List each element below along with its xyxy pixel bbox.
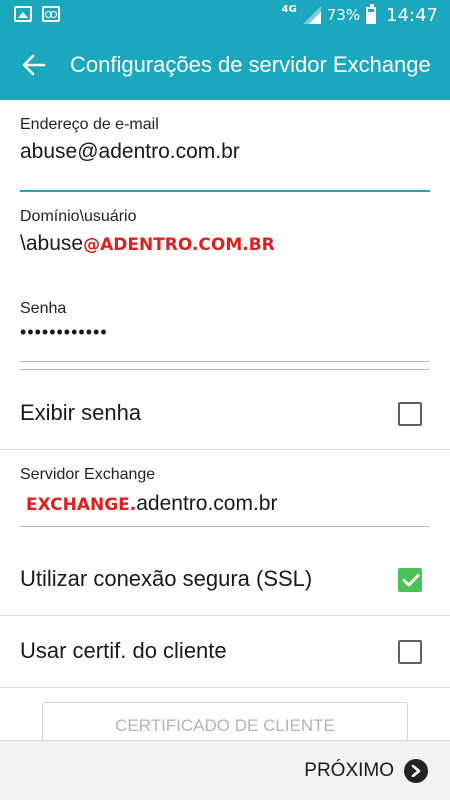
next-button[interactable]: PRÓXIMO [304,741,428,800]
exchange-server-underline [20,526,430,527]
battery-icon [366,3,377,24]
server-annotation: EXCHANGE. [26,495,137,515]
show-password-label: Exibir senha [20,400,142,425]
network-type: 4G [281,3,297,15]
domain-user-field-group: Domínio\usuário \abuse@ADENTRO.COM.BR [20,208,430,370]
email-field[interactable]: abuse@adentro.com.br [20,140,430,164]
bottom-bar: PRÓXIMO [0,740,450,800]
show-password-row[interactable]: Exibir senha [0,378,450,450]
ssl-checkbox[interactable] [398,568,422,592]
exchange-server-label: Servidor Exchange [20,466,156,483]
image-icon [14,6,32,22]
checkmark-icon [402,574,420,587]
client-cert-label: Usar certif. do cliente [20,638,227,663]
password-underline [20,361,430,362]
client-cert-checkbox[interactable] [398,640,422,664]
domain-user-label: Domínio\usuário [20,208,137,225]
domain-user-field[interactable]: \abuse@ADENTRO.COM.BR [20,232,430,256]
email-field-underline [20,190,430,192]
email-label: Endereço de e-mail [20,116,159,133]
signal-icon [302,6,321,24]
password-label: Senha [20,300,67,317]
email-field-group: Endereço de e-mail abuse@adentro.com.br [20,116,430,192]
voicemail-icon [42,6,60,22]
chevron-right-circle-icon [404,759,428,783]
back-button[interactable] [0,30,70,100]
app-bar: Configurações de servidor Exchange [0,30,450,100]
password-field-group: Senha •••••••••••• [20,300,430,362]
clock: 14:47 [386,4,438,26]
page-title: Configurações de servidor Exchange [70,52,431,77]
client-cert-row[interactable]: Usar certif. do cliente [0,616,450,688]
next-label: PRÓXIMO [304,760,394,781]
arrow-left-icon [22,54,46,76]
password-field[interactable]: •••••••••••• [20,322,430,343]
domain-user-value: \abuse [20,232,84,255]
ssl-label: Utilizar conexão segura (SSL) [20,566,313,591]
exchange-server-field[interactable]: EXCHANGE.adentro.com.br [20,492,430,516]
show-password-checkbox[interactable] [398,402,422,426]
exchange-server-value: adentro.com.br [136,492,278,515]
domain-annotation: @ADENTRO.COM.BR [83,235,275,255]
domain-user-underline [20,369,430,370]
ssl-row[interactable]: Utilizar conexão segura (SSL) [0,544,450,616]
battery-percent: 73% [326,6,361,24]
exchange-server-field-group: Servidor Exchange EXCHANGE.adentro.com.b… [20,466,430,528]
status-bar: 4G 73% 14:47 [0,0,450,30]
